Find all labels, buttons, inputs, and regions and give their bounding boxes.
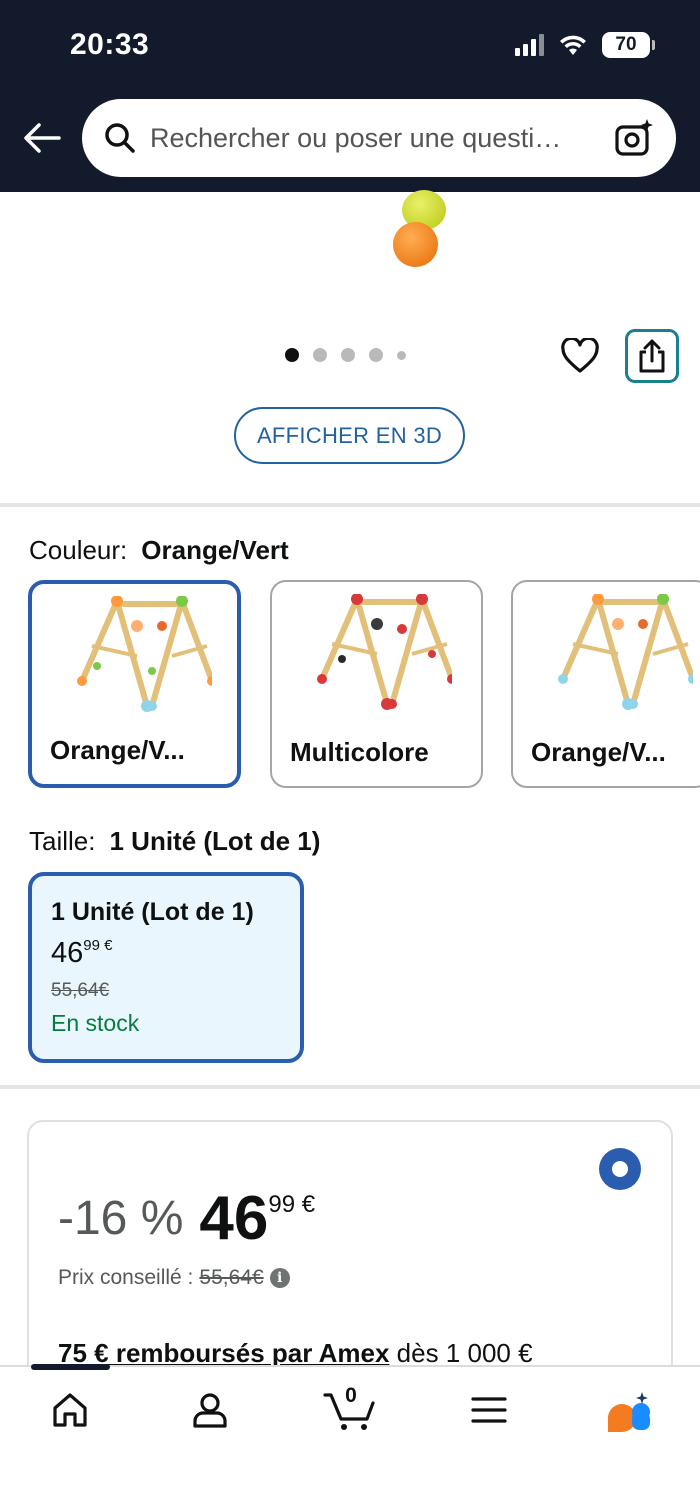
discount-percent: -16 % [58,1192,184,1245]
product-image-ball [393,222,438,267]
color-swatch[interactable]: Orange/V... [28,580,241,788]
color-label: Couleur: [29,535,128,565]
wifi-icon [560,35,586,55]
color-swatch[interactable]: Orange/V... [511,580,700,788]
heart-icon [561,338,599,373]
baby-gym-thumbnail [77,596,212,712]
size-option-old-price: 55,64€ [51,980,110,1001]
price-fraction: 99 € [268,1191,316,1218]
arrow-left-icon [24,123,61,153]
baby-gym-thumbnail [558,594,693,710]
share-icon [639,339,665,373]
camera-sparkle-icon[interactable] [614,118,654,158]
baby-gym-thumbnail [317,594,452,710]
price-whole: 46 [199,1184,269,1253]
color-swatch-label: Orange/V... [50,735,185,765]
color-label-row: Couleur: Orange/Vert [29,535,289,566]
active-tab-indicator [31,1364,110,1370]
size-selected-value: 1 Unité (Lot de 1) [109,826,321,856]
list-price-row: Prix conseillé : 55,64€ i [58,1266,290,1290]
view-3d-button[interactable]: AFFICHER EN 3D [234,407,465,464]
back-button[interactable] [20,116,64,160]
search-input[interactable] [150,122,614,154]
size-option-stock: En stock [51,1010,140,1036]
price-row: -16 % 46 99 € [58,1185,315,1253]
battery-icon: 70 [602,32,655,58]
nav-home[interactable] [40,1388,100,1432]
buy-option-radio[interactable] [599,1148,641,1190]
pagination-dot[interactable] [369,348,383,362]
wishlist-button[interactable] [558,334,602,378]
size-option-card[interactable]: 1 Unité (Lot de 1) 4699 € 55,64€ En stoc… [28,872,304,1063]
share-button[interactable] [625,329,679,383]
home-icon [53,1393,87,1427]
nav-rufus[interactable] [597,1388,657,1432]
section-divider [0,503,700,507]
size-label-row: Taille: 1 Unité (Lot de 1) [29,826,320,857]
status-time: 20:33 [70,28,150,61]
size-option-title: 1 Unité (Lot de 1) [51,898,254,926]
info-icon[interactable]: i [269,1268,290,1288]
account-icon [193,1393,227,1428]
amex-offer-rest: dès 1 000 € [389,1338,533,1368]
cellular-signal-icon [515,34,544,56]
list-price-value: 55,64€ [199,1266,264,1289]
rufus-assistant-icon [608,1392,650,1432]
color-selected-value: Orange/Vert [141,535,289,565]
size-option-price: 4699 € [51,937,113,969]
nav-account[interactable] [180,1388,240,1432]
pagination-dot[interactable] [397,350,406,360]
pagination-dot[interactable] [285,348,299,362]
nav-cart[interactable]: 0 [320,1384,380,1432]
nav-menu[interactable] [459,1388,519,1432]
list-price-label: Prix conseillé : [58,1266,194,1289]
size-label: Taille: [29,826,96,856]
menu-icon [471,1397,507,1423]
color-swatch-label: Orange/V... [531,737,666,767]
status-icons: 70 [515,32,655,58]
search-icon [105,123,135,153]
image-pagination-dots [285,348,406,362]
cart-count-badge: 0 [345,1384,357,1407]
color-swatch-label: Multicolore [290,737,429,767]
search-bar[interactable] [82,99,676,177]
pagination-dot[interactable] [341,348,355,362]
section-divider [0,1085,700,1089]
pagination-dot[interactable] [313,348,327,362]
color-swatch[interactable]: Multicolore [270,580,483,788]
